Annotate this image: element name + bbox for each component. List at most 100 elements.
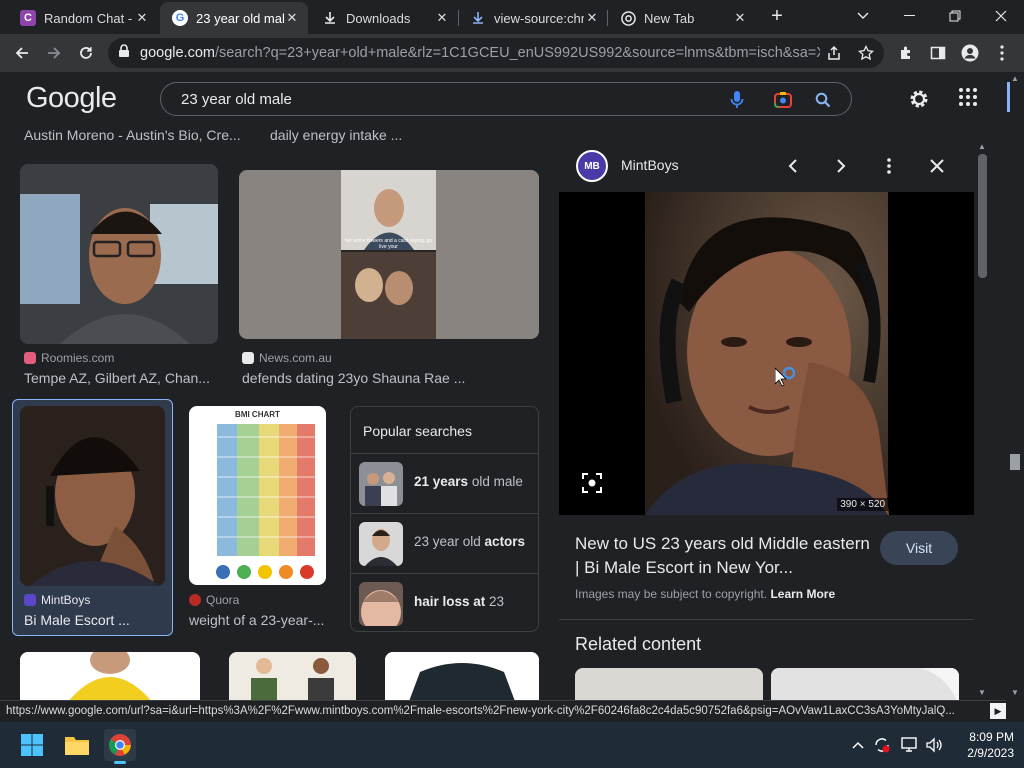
close-icon[interactable]: ✕ bbox=[434, 10, 450, 26]
result-caption[interactable]: Bi Male Escort ... bbox=[24, 612, 164, 628]
scroll-up-arrow-icon[interactable]: ▲ bbox=[1011, 74, 1019, 83]
page-scrollbar[interactable]: ▲ ▼ bbox=[1007, 72, 1024, 700]
popular-search-label: 23 year old actors bbox=[414, 534, 526, 549]
google-logo[interactable]: Google bbox=[26, 82, 117, 115]
previous-chevron-icon[interactable] bbox=[781, 154, 805, 178]
scroll-down-arrow-icon[interactable]: ▼ bbox=[978, 688, 986, 697]
side-panel-icon[interactable] bbox=[926, 41, 950, 65]
tab-downloads[interactable]: Downloads ✕ bbox=[310, 2, 458, 34]
system-clock[interactable]: 8:09 PM 2/9/2023 bbox=[967, 729, 1014, 761]
tab-view-source[interactable]: view-source:chr ✕ bbox=[458, 2, 608, 34]
windows-taskbar: 8:09 PM 2/9/2023 bbox=[0, 722, 1024, 768]
image-dimensions: 390 × 520 bbox=[837, 498, 888, 511]
result-caption[interactable]: defends dating 23yo Shauna Rae ... bbox=[242, 370, 532, 386]
google-apps-grid-icon[interactable] bbox=[958, 87, 982, 111]
address-bar[interactable]: google.com/search?q=23+year+old+male&rlz… bbox=[108, 38, 884, 68]
popular-search-label: 21 years old male bbox=[414, 474, 523, 489]
result-source: News.com.au bbox=[242, 351, 332, 365]
close-icon[interactable]: ✕ bbox=[284, 10, 300, 26]
visit-button[interactable]: Visit bbox=[880, 531, 958, 565]
result-image-roomies[interactable] bbox=[20, 164, 218, 344]
scroll-right-arrow-icon[interactable]: ▶ bbox=[990, 703, 1006, 719]
popular-search-item[interactable]: 21 years old male bbox=[351, 453, 538, 513]
divider bbox=[559, 619, 974, 620]
tab-title: New Tab bbox=[644, 10, 695, 26]
popular-search-thumbnail bbox=[359, 522, 403, 566]
file-explorer-icon[interactable] bbox=[61, 729, 93, 761]
result-image-mintboys[interactable] bbox=[20, 406, 165, 586]
next-chevron-icon[interactable] bbox=[829, 154, 853, 178]
lock-icon[interactable] bbox=[118, 44, 130, 62]
tab-strip: C Random Chat - ✕ G 23 year old male ✕ D… bbox=[0, 0, 1024, 34]
close-icon[interactable]: ✕ bbox=[584, 10, 600, 26]
reload-button[interactable] bbox=[74, 41, 98, 65]
panel-site-name[interactable]: MintBoys bbox=[621, 157, 679, 173]
lens-search-icon[interactable] bbox=[581, 472, 603, 494]
forward-button[interactable] bbox=[42, 41, 66, 65]
popular-search-label: hair loss at 23 bbox=[414, 594, 505, 609]
scroll-down-arrow-icon[interactable]: ▼ bbox=[1011, 688, 1019, 697]
search-input[interactable]: 23 year old male bbox=[181, 91, 292, 108]
tab-google-search[interactable]: G 23 year old male ✕ bbox=[160, 2, 308, 34]
preview-image[interactable] bbox=[559, 192, 974, 515]
chrome-taskbar-icon[interactable] bbox=[104, 729, 136, 764]
panel-scrollbar-thumb[interactable] bbox=[978, 154, 987, 278]
new-tab-button[interactable]: + bbox=[766, 6, 788, 28]
tray-chevron-up-icon[interactable] bbox=[848, 735, 868, 755]
learn-more-link[interactable]: Learn More bbox=[770, 587, 835, 601]
share-icon[interactable] bbox=[822, 41, 846, 65]
profile-avatar-icon[interactable] bbox=[958, 41, 982, 65]
preview-title[interactable]: New to US 23 years old Middle eastern | … bbox=[575, 532, 875, 580]
microphone-icon[interactable] bbox=[727, 90, 747, 110]
volume-icon[interactable] bbox=[924, 735, 944, 755]
settings-gear-icon[interactable] bbox=[906, 86, 932, 112]
result-image-news[interactable]: her some flowers and a card saying, go l… bbox=[239, 170, 539, 339]
result-caption[interactable]: Tempe AZ, Gilbert AZ, Chan... bbox=[24, 370, 214, 386]
extensions-puzzle-icon[interactable] bbox=[894, 41, 918, 65]
roomies-favicon-icon bbox=[24, 352, 36, 364]
preview-image-area[interactable]: 390 × 520 bbox=[559, 192, 974, 515]
related-image[interactable] bbox=[771, 668, 959, 700]
tab-random-chat[interactable]: C Random Chat - ✕ bbox=[8, 2, 158, 34]
result-source: Roomies.com bbox=[24, 351, 114, 365]
result-image-bmi-chart[interactable]: BMI CHART bbox=[189, 406, 326, 585]
page-scrollbar-thumb[interactable] bbox=[1010, 454, 1020, 470]
mouse-cursor-icon bbox=[774, 364, 801, 390]
popular-searches-card: Popular searches 21 years old male 23 ye… bbox=[350, 406, 539, 632]
close-icon[interactable]: ✕ bbox=[134, 10, 150, 26]
lens-camera-icon[interactable] bbox=[773, 90, 793, 110]
related-image[interactable] bbox=[575, 668, 763, 700]
close-panel-icon[interactable] bbox=[925, 154, 949, 178]
back-button[interactable] bbox=[10, 41, 34, 65]
popular-search-thumbnail bbox=[359, 462, 403, 506]
more-options-icon[interactable] bbox=[877, 154, 901, 178]
search-icon[interactable] bbox=[813, 90, 833, 110]
result-image-illustration[interactable] bbox=[229, 652, 356, 700]
popular-search-item[interactable]: hair loss at 23 bbox=[351, 573, 538, 633]
mintboys-logo[interactable]: MB bbox=[576, 150, 608, 182]
tab-search-chevron-icon[interactable] bbox=[840, 0, 886, 32]
search-box[interactable]: 23 year old male bbox=[160, 82, 852, 116]
close-window-button[interactable] bbox=[978, 0, 1024, 32]
tab-title: Downloads bbox=[346, 10, 411, 26]
result-caption[interactable]: daily energy intake ... bbox=[270, 127, 530, 143]
sync-icon[interactable] bbox=[872, 735, 892, 755]
popular-search-thumbnail bbox=[359, 582, 403, 626]
tab-title: view-source:chr bbox=[494, 10, 584, 26]
scroll-up-arrow-icon[interactable]: ▲ bbox=[978, 142, 986, 151]
result-caption[interactable]: weight of a 23-year-... bbox=[189, 612, 329, 628]
tab-separator bbox=[458, 10, 459, 26]
browser-menu-icon[interactable] bbox=[990, 41, 1014, 65]
network-icon[interactable] bbox=[900, 735, 920, 755]
result-image-black-shirt[interactable] bbox=[385, 652, 539, 700]
tab-new-tab[interactable]: New Tab ✕ bbox=[608, 2, 756, 34]
close-icon[interactable]: ✕ bbox=[732, 10, 748, 26]
result-caption[interactable]: Austin Moreno - Austin's Bio, Cre... bbox=[24, 127, 254, 143]
bookmark-star-icon[interactable] bbox=[854, 41, 878, 65]
popular-search-item[interactable]: 23 year old actors bbox=[351, 513, 538, 573]
panel-scrollbar[interactable]: ▲ ▼ bbox=[975, 140, 990, 700]
result-image-yellow-shirt[interactable] bbox=[20, 652, 200, 700]
minimize-button[interactable] bbox=[886, 0, 932, 32]
restore-button[interactable] bbox=[932, 0, 978, 32]
windows-start-icon[interactable] bbox=[16, 729, 48, 761]
